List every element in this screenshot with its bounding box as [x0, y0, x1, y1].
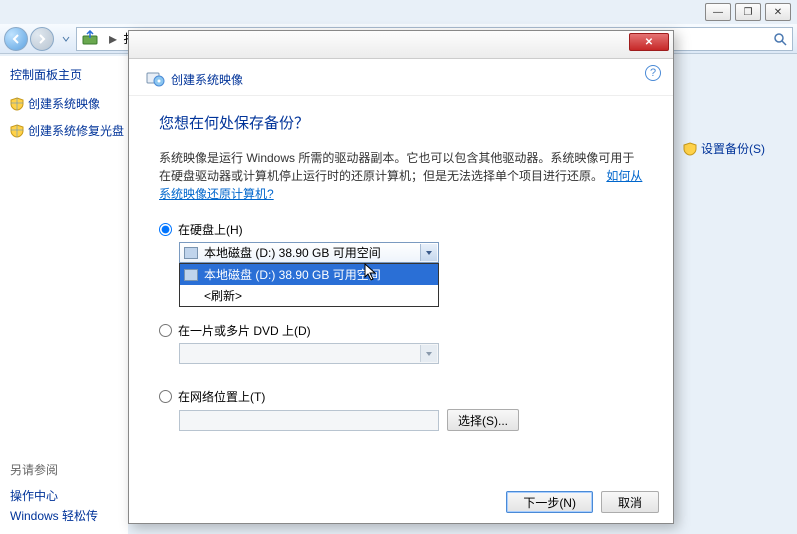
close-icon: ✕: [774, 7, 782, 18]
system-image-icon: [145, 69, 165, 89]
search-button[interactable]: [769, 26, 791, 52]
dialog-close-button[interactable]: ✕: [629, 33, 669, 51]
right-panel: 设置备份(S): [683, 56, 793, 157]
create-system-image-dialog: ✕ 创建系统映像 ? 您想在何处保存备份？ 系统映像是运行 Windows 所需…: [128, 30, 674, 524]
back-button[interactable]: [4, 27, 28, 51]
forward-button[interactable]: [30, 27, 54, 51]
dialog-titlebar: ✕: [129, 31, 673, 59]
dialog-title: 创建系统映像: [171, 71, 243, 88]
help-icon: ?: [650, 67, 656, 79]
sidebar-item-create-repair-disc[interactable]: 创建系统修复光盘: [10, 122, 128, 139]
arrow-right-icon: [36, 33, 48, 45]
disk-icon: [184, 247, 198, 259]
combobox-item-refresh[interactable]: <刷新>: [180, 285, 438, 306]
combobox-selected-text: 本地磁盘 (D:) 38.90 GB 可用空间: [204, 244, 381, 261]
sidebar-item-label: 创建系统映像: [28, 95, 100, 112]
breadcrumb-separator: ▸: [103, 29, 123, 49]
shield-icon: [683, 142, 697, 156]
close-icon: ✕: [645, 37, 653, 48]
sidebar-item-create-image[interactable]: 创建系统映像: [10, 95, 128, 112]
maximize-button[interactable]: ❐: [735, 3, 761, 21]
combobox-item-text: <刷新>: [204, 287, 242, 304]
sidebar-item-label: 创建系统修复光盘: [28, 122, 124, 139]
shield-icon: [10, 124, 24, 138]
setup-backup-label: 设置备份(S): [701, 140, 765, 157]
disk-combobox[interactable]: 本地磁盘 (D:) 38.90 GB 可用空间 本地磁盘 (D:) 38.90 …: [179, 242, 439, 263]
combobox-selected[interactable]: 本地磁盘 (D:) 38.90 GB 可用空间: [179, 242, 439, 263]
setup-backup-link[interactable]: 设置备份(S): [683, 140, 793, 157]
sidebar-link-easy-transfer[interactable]: Windows 轻松传: [10, 506, 98, 526]
network-path-input[interactable]: [179, 410, 439, 431]
combobox-dropdown-button[interactable]: [420, 244, 437, 261]
shield-icon: [10, 97, 24, 111]
browse-button[interactable]: 选择(S)...: [447, 409, 519, 431]
option-dvd-label: 在一片或多片 DVD 上(D): [178, 322, 311, 339]
option-network[interactable]: 在网络位置上(T): [159, 388, 643, 405]
cancel-button[interactable]: 取消: [601, 491, 659, 513]
chevron-down-icon: [62, 35, 70, 43]
radio-harddisk[interactable]: [159, 223, 172, 236]
chevron-down-icon: [425, 250, 433, 256]
combobox-item-text: 本地磁盘 (D:) 38.90 GB 可用空间: [204, 266, 381, 283]
dialog-question: 您想在何处保存备份？: [159, 112, 643, 133]
option-harddisk[interactable]: 在硬盘上(H): [159, 221, 643, 238]
combobox-dropdown-button[interactable]: [420, 345, 437, 362]
combobox-item[interactable]: 本地磁盘 (D:) 38.90 GB 可用空间: [180, 264, 438, 285]
dvd-combobox[interactable]: [179, 343, 439, 364]
recent-places-dropdown[interactable]: [62, 35, 70, 43]
help-button[interactable]: ?: [645, 65, 661, 81]
radio-dvd[interactable]: [159, 324, 172, 337]
maximize-icon: ❐: [744, 7, 753, 18]
left-sidebar: 控制面板主页 创建系统映像 创建系统修复光盘 另请参阅 操作中心 Windows…: [0, 56, 128, 534]
option-harddisk-label: 在硬盘上(H): [178, 221, 243, 238]
arrow-left-icon: [10, 33, 22, 45]
chevron-down-icon: [425, 351, 433, 357]
combobox-list: 本地磁盘 (D:) 38.90 GB 可用空间 <刷新>: [179, 263, 439, 307]
disk-icon: [184, 269, 198, 281]
sidebar-header[interactable]: 控制面板主页: [10, 66, 128, 83]
minimize-button[interactable]: —: [705, 3, 731, 21]
sidebar-see-also: 另请参阅: [10, 460, 98, 480]
backup-icon: [81, 30, 99, 48]
description-text: 系统映像是运行 Windows 所需的驱动器副本。它也可以包含其他驱动器。系统映…: [159, 151, 634, 183]
radio-network[interactable]: [159, 390, 172, 403]
option-dvd[interactable]: 在一片或多片 DVD 上(D): [159, 322, 643, 339]
option-network-label: 在网络位置上(T): [178, 388, 265, 405]
close-window-button[interactable]: ✕: [765, 3, 791, 21]
dialog-description: 系统映像是运行 Windows 所需的驱动器副本。它也可以包含其他驱动器。系统映…: [159, 149, 643, 203]
sidebar-link-action-center[interactable]: 操作中心: [10, 486, 98, 506]
next-button[interactable]: 下一步(N): [506, 491, 593, 513]
search-icon: [773, 32, 787, 46]
minimize-icon: —: [713, 7, 723, 18]
